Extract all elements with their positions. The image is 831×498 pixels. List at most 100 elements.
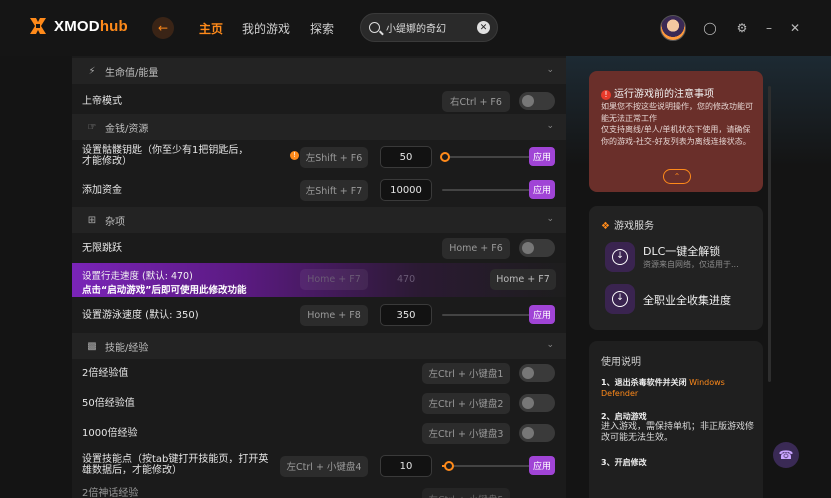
lightning-icon: ⚡ bbox=[88, 65, 96, 77]
cube-icon: ❖ bbox=[601, 221, 610, 232]
mod-label: 50倍经验值 bbox=[82, 397, 135, 409]
notice-card: ! 运行游戏前的注意事项 如果您不按这些说明操作，您的修改功能可能无法正常工作 仅… bbox=[589, 71, 763, 192]
chevron-down-icon: ⌄ bbox=[546, 214, 554, 224]
mod-row-partial: 2倍神话经验 左Ctrl + 小键盘5 bbox=[72, 484, 566, 498]
mod-label: 设置技能点（按tab键打开技能页，打开英雄数据后，才能修改） bbox=[82, 454, 269, 476]
settings-icon[interactable]: ⚙ bbox=[735, 21, 749, 35]
section-title: 金钱/资源 bbox=[105, 123, 149, 135]
mod-label: 1000倍经验 bbox=[82, 427, 138, 439]
service-item-dlc[interactable]: ↓ DLC一键全解锁 资源来自网络，仅适用于... bbox=[605, 240, 755, 274]
scrollbar[interactable] bbox=[768, 86, 771, 382]
hotkey-badge[interactable]: 左Shift + F6 bbox=[300, 146, 368, 168]
service-name: 全职业全收集进度 bbox=[643, 294, 731, 307]
search-input[interactable]: 小缇娜的奇幻 bbox=[386, 20, 471, 35]
guide-step2: 2、启动游戏 bbox=[601, 412, 647, 421]
search-icon bbox=[369, 22, 380, 33]
back-button[interactable]: ← bbox=[152, 17, 174, 39]
chevron-down-icon: ⌄ bbox=[546, 121, 554, 131]
service-name: DLC一键全解锁 bbox=[643, 245, 721, 258]
arrow-left-icon: ← bbox=[157, 21, 169, 35]
service-sub: 资源来自网络，仅适用于... bbox=[643, 260, 739, 269]
support-headset-button[interactable]: ☎ bbox=[773, 442, 799, 468]
download-icon: ↓ bbox=[605, 242, 635, 272]
hotkey-badge[interactable]: Home + F6 bbox=[442, 237, 510, 259]
notice-title: 运行游戏前的注意事项 bbox=[614, 89, 714, 100]
nav-explore[interactable]: 探索 bbox=[310, 20, 334, 37]
hotkey-badge[interactable]: 左Ctrl + 小键盘5 bbox=[422, 488, 510, 498]
slider-handle[interactable] bbox=[440, 152, 450, 162]
slider-handle[interactable] bbox=[444, 461, 454, 471]
chevron-up-icon: ⌃ bbox=[673, 172, 681, 181]
mod-label: 2倍经验值 bbox=[82, 367, 129, 379]
toggle-switch[interactable] bbox=[519, 424, 555, 442]
usage-guide-card: 使用说明 1、退出杀毒软件并关闭 Windows Defender 2、启动游戏… bbox=[589, 341, 763, 498]
nav-my-games[interactable]: 我的游戏 bbox=[242, 20, 290, 37]
guide-step2-body: 进入游戏，需保持单机；非正版游戏修改可能无法生效。 bbox=[601, 422, 755, 443]
section-title: 技能/经验 bbox=[105, 342, 149, 354]
mod-row-god-mode: 上帝模式 右Ctrl + F6 bbox=[72, 84, 566, 118]
avatar[interactable] bbox=[660, 15, 686, 41]
search-box[interactable]: 小缇娜的奇幻 ✕ bbox=[360, 13, 498, 42]
notice-body: 如果您不按这些说明操作，您的修改功能可能无法正常工作 仅支持离线/单人/单机状态… bbox=[601, 102, 753, 146]
toggle-switch[interactable] bbox=[519, 394, 555, 412]
chevron-down-icon: ⌄ bbox=[546, 340, 554, 350]
mod-label: 设置行走速度 (默认: 470) bbox=[82, 271, 193, 282]
mod-row-infinite-jump: 无限跳跃 Home + F6 bbox=[72, 231, 566, 265]
mod-row-xp2: 2倍经验值 左Ctrl + 小键盘1 bbox=[72, 356, 566, 390]
value-input[interactable]: 10 bbox=[380, 455, 432, 477]
hotkey-badge[interactable]: 左Ctrl + 小键盘4 bbox=[280, 455, 368, 477]
service-item-progress[interactable]: ↓ 全职业全收集进度 bbox=[605, 282, 755, 316]
minimize-icon[interactable]: – bbox=[762, 21, 776, 35]
brand-prefix: XMOD bbox=[54, 17, 100, 35]
logo-icon bbox=[30, 18, 46, 34]
value-input[interactable]: 350 bbox=[380, 304, 432, 326]
toggle-switch[interactable] bbox=[519, 364, 555, 382]
mod-label: 无限跳跃 bbox=[82, 242, 122, 254]
mod-label: 设置游泳速度 (默认: 350) bbox=[82, 309, 199, 321]
hotkey-badge[interactable]: 左Ctrl + 小键盘1 bbox=[422, 362, 510, 384]
download-icon: ↓ bbox=[605, 284, 635, 314]
section-money[interactable]: ☞ 金钱/资源 ⌄ bbox=[72, 114, 566, 140]
section-title: 杂项 bbox=[105, 216, 125, 228]
chevron-down-icon: ⌄ bbox=[546, 65, 554, 75]
hotkey-badge[interactable]: 左Shift + F7 bbox=[300, 179, 368, 201]
toggle-switch[interactable] bbox=[519, 92, 555, 110]
hotkey-badge[interactable]: 左Ctrl + 小键盘3 bbox=[422, 422, 510, 444]
value-input[interactable]: 10000 bbox=[380, 179, 432, 201]
close-icon[interactable]: ✕ bbox=[788, 21, 802, 35]
top-bar: XMODhub ← 主页 我的游戏 探索 小缇娜的奇幻 ✕ ◯ ⚙ – ✕ bbox=[0, 0, 831, 56]
warning-icon: ! bbox=[290, 151, 299, 160]
hotkey-badge[interactable]: Home + F7 bbox=[490, 269, 556, 290]
clear-icon[interactable]: ✕ bbox=[477, 21, 490, 34]
mod-row-add-money: 添加资金 左Shift + F7 10000 应用 bbox=[72, 173, 566, 207]
guide-title: 使用说明 bbox=[601, 357, 641, 368]
mod-label: 上帝模式 bbox=[82, 95, 122, 107]
hotkey-badge-disabled: Home + F7 bbox=[300, 269, 368, 290]
expand-button[interactable]: ⌃ bbox=[663, 169, 691, 184]
value-input[interactable]: 50 bbox=[380, 146, 432, 168]
apply-button[interactable]: 应用 bbox=[529, 147, 555, 166]
theme-icon[interactable]: ◯ bbox=[703, 21, 717, 35]
hotkey-badge[interactable]: 左Ctrl + 小键盘2 bbox=[422, 392, 510, 414]
alert-icon: ! bbox=[601, 90, 611, 100]
apply-button[interactable]: 应用 bbox=[529, 180, 555, 199]
hotkey-badge[interactable]: 右Ctrl + F6 bbox=[442, 90, 510, 112]
mod-row-skeleton-keys: 设置骷髅钥匙（你至少有1把钥匙后，才能修改） ! 左Shift + F6 50 … bbox=[72, 140, 566, 174]
headset-icon: ☎ bbox=[778, 448, 794, 462]
nav-home[interactable]: 主页 bbox=[199, 20, 223, 37]
brand-suffix: hub bbox=[99, 17, 128, 35]
game-service-card: ❖ 游戏服务 ↓ DLC一键全解锁 资源来自网络，仅适用于... ↓ 全职业全收集… bbox=[589, 206, 763, 330]
section-misc[interactable]: ⊞ 杂项 ⌄ bbox=[72, 207, 566, 233]
section-health[interactable]: ⚡ 生命值/能量 ⌄ bbox=[72, 58, 566, 84]
app-logo[interactable]: XMODhub bbox=[28, 16, 128, 36]
mod-row-swim-speed: 设置游泳速度 (默认: 350) Home + F8 350 应用 bbox=[72, 298, 566, 332]
section-title: 生命值/能量 bbox=[105, 67, 159, 79]
mod-label: 设置骷髅钥匙（你至少有1把钥匙后，才能修改） bbox=[82, 145, 249, 167]
hotkey-badge[interactable]: Home + F8 bbox=[300, 304, 368, 326]
mod-row-xp1000: 1000倍经验 左Ctrl + 小键盘3 bbox=[72, 416, 566, 450]
apply-button[interactable]: 应用 bbox=[529, 456, 555, 475]
apply-button[interactable]: 应用 bbox=[529, 305, 555, 324]
bar-chart-icon: ▩ bbox=[87, 340, 97, 352]
mod-row-xp50: 50倍经验值 左Ctrl + 小键盘2 bbox=[72, 386, 566, 420]
toggle-switch[interactable] bbox=[519, 239, 555, 257]
